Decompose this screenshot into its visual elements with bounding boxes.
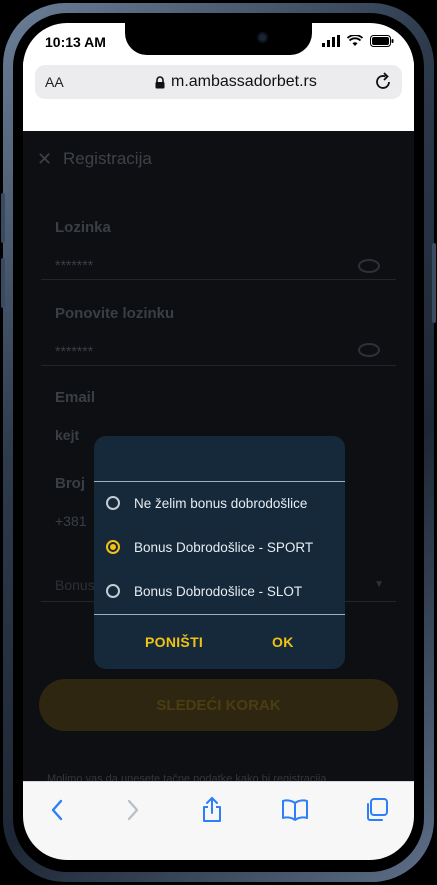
password-input[interactable]: ******* [55,257,93,273]
phone-label: Broj [55,475,85,492]
back-icon[interactable] [43,796,71,824]
notch [125,23,312,55]
divider [41,365,396,366]
option-no-bonus[interactable]: Ne želim bonus dobrodošlice [106,491,307,515]
camera-icon [257,32,268,43]
dropdown-arrow-icon: ▼ [374,579,384,590]
bonus-select[interactable]: Bonus [55,577,95,593]
option-label: Bonus Dobrodošlice - SLOT [134,583,303,599]
email-input[interactable]: kejt [55,427,79,443]
option-label: Bonus Dobrodošlice - SPORT [134,539,314,555]
signal-icon [322,35,340,47]
bonus-dialog: Ne želim bonus dobrodošlice Bonus Dobrod… [94,436,345,669]
page-title: Registracija [63,149,152,168]
radio-button[interactable] [106,496,120,510]
forward-icon[interactable] [119,796,147,824]
screen: 10:13 AM AA m.ambassadorbet.rs ✕ Registr… [23,23,414,860]
power-button [432,243,436,323]
battery-icon [370,35,394,47]
share-icon[interactable] [198,796,226,824]
status-time: 10:13 AM [45,34,106,50]
radio-button[interactable] [106,584,120,598]
tabs-icon[interactable] [363,796,391,824]
volume-button [1,193,5,243]
registration-page: ✕ Registracija Lozinka ******* Ponovite … [23,131,414,785]
url-text: m.ambassadorbet.rs [171,73,317,90]
phone-input[interactable]: +381 [55,513,87,529]
wifi-icon [347,35,363,46]
password-label: Lozinka [55,219,111,236]
option-sport-bonus[interactable]: Bonus Dobrodošlice - SPORT [106,535,313,559]
option-slot-bonus[interactable]: Bonus Dobrodošlice - SLOT [106,579,302,603]
bookmarks-icon[interactable] [281,796,309,824]
url-display[interactable]: m.ambassadorbet.rs [155,73,317,91]
next-step-button[interactable]: SLEDEĆI KORAK [39,679,398,731]
close-icon[interactable]: ✕ [37,149,52,170]
divider [41,279,396,280]
reader-mode-button[interactable]: AA [45,74,64,90]
address-bar[interactable]: AA m.ambassadorbet.rs [35,65,402,99]
ok-button[interactable]: OK [272,634,294,650]
reload-icon[interactable] [372,71,394,93]
browser-toolbar [23,781,414,860]
eye-icon[interactable] [358,259,380,273]
status-icons [322,35,394,47]
cancel-button[interactable]: PONIŠTI [145,634,203,650]
radio-button-selected[interactable] [106,540,120,554]
dialog-divider-top [94,481,345,482]
dialog-divider-bottom [94,614,345,615]
volume-button [1,258,5,308]
email-label: Email [55,389,96,406]
lock-icon [155,75,165,88]
eye-icon[interactable] [358,343,380,357]
option-label: Ne želim bonus dobrodošlice [134,495,308,511]
browser-header: AA m.ambassadorbet.rs [23,61,414,131]
confirm-password-input[interactable]: ******* [55,343,93,359]
confirm-password-label: Ponovite lozinku [55,305,175,322]
